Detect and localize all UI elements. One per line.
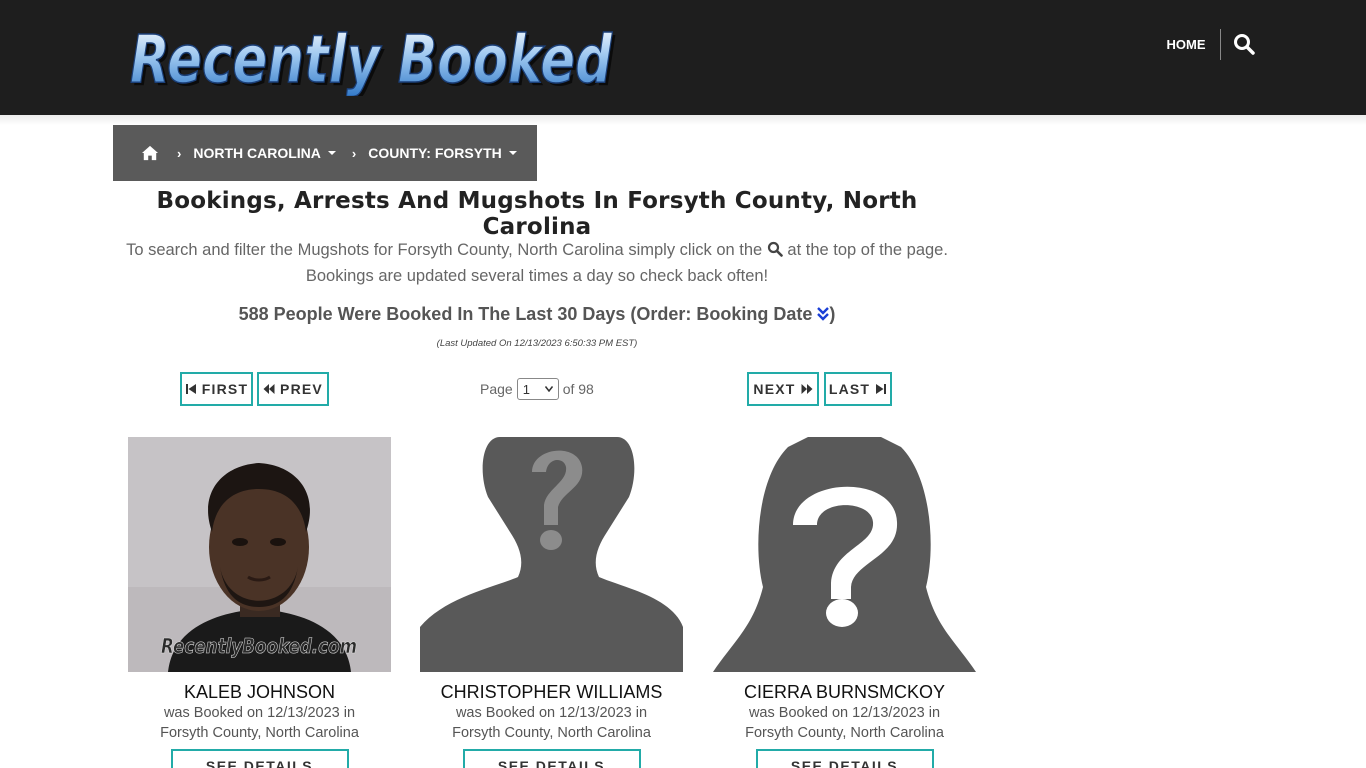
last-page-label: LAST [828, 381, 871, 397]
forward-icon [801, 384, 813, 394]
mugshot-photo[interactable]: RecentlyBooked.com [128, 437, 391, 672]
see-details-button[interactable]: SEE DETAILS [170, 749, 349, 768]
caret-down-icon [327, 151, 336, 155]
chevron-right-icon: › [351, 145, 357, 161]
breadcrumb-county-label: COUNTY: FORSYTH [368, 145, 502, 161]
breadcrumb-county-dropdown[interactable]: COUNTY: FORSYTH [368, 145, 517, 161]
chevron-down-icon [544, 386, 553, 392]
booking-location-text: Forsyth County, North Carolina [160, 725, 359, 741]
sort-descending-icon[interactable] [817, 306, 830, 322]
booking-card: RecentlyBooked.com KALEB JOHNSON was Boo… [128, 437, 391, 768]
prev-page-button[interactable]: PREV [257, 372, 329, 406]
nav-home-link[interactable]: HOME [1158, 30, 1214, 60]
step-forward-icon [876, 384, 887, 394]
prev-page-label: PREV [280, 381, 323, 397]
page-title: Bookings, Arrests And Mugshots In Forsyt… [156, 188, 918, 240]
booking-date-text: was Booked on 12/13/2023 in [748, 705, 941, 721]
booking-name[interactable]: KALEB JOHNSON [128, 682, 391, 703]
booking-date-text: was Booked on 12/13/2023 in [163, 705, 356, 721]
backward-icon [263, 384, 275, 394]
page-number-select[interactable]: 1 [516, 378, 559, 400]
watermark-text: RecentlyBooked.com [161, 634, 357, 658]
search-icon [767, 241, 783, 257]
see-details-button[interactable]: SEE DETAILS [462, 749, 641, 768]
first-page-label: FIRST [201, 381, 249, 397]
male-placeholder-photo[interactable] [420, 437, 683, 672]
next-page-label: NEXT [753, 381, 796, 397]
breadcrumb-state-label: NORTH CAROLINA [193, 145, 321, 161]
last-updated: (Last Updated On 12/13/2023 6:50:33 PM E… [436, 338, 638, 349]
step-backward-icon [185, 384, 196, 394]
booking-card: CIERRA BURNSMCKOY was Booked on 12/13/20… [713, 437, 976, 768]
see-details-button[interactable]: SEE DETAILS [755, 749, 934, 768]
intro-text-after: at the top of the page. [787, 241, 948, 259]
page-label: Page [480, 381, 513, 397]
current-page-value: 1 [522, 381, 530, 397]
site-logo[interactable]: Recently Booked Recently Booked [126, 14, 616, 96]
booking-location-text: Forsyth County, North Carolina [452, 725, 651, 741]
nav-divider [1220, 29, 1221, 60]
female-placeholder-photo[interactable] [713, 437, 976, 672]
first-page-button[interactable]: FIRST [180, 372, 253, 406]
next-page-button[interactable]: NEXT [747, 372, 819, 406]
chevron-right-icon: › [177, 145, 182, 161]
home-icon[interactable] [141, 144, 161, 162]
logo-graphic: Recently Booked Recently Booked [129, 20, 615, 96]
logo-text: Recently Booked [130, 21, 613, 96]
last-page-button[interactable]: LAST [824, 372, 892, 406]
breadcrumb-state-dropdown[interactable]: NORTH CAROLINA [193, 145, 336, 161]
booking-count-text: 588 People Were Booked In The Last 30 Da… [238, 304, 813, 324]
intro-text: To search and filter the Mugshots for Fo… [113, 237, 961, 289]
breadcrumb: › NORTH CAROLINA › COUNTY: FORSYTH [113, 125, 537, 181]
caret-down-icon [508, 151, 517, 155]
booking-location-text: Forsyth County, North Carolina [745, 725, 944, 741]
booking-count-close: ) [829, 304, 836, 324]
booking-date-text: was Booked on 12/13/2023 in [455, 705, 648, 721]
header-shadow [0, 115, 1366, 125]
total-pages-label: of 98 [562, 381, 594, 397]
booking-name[interactable]: CIERRA BURNSMCKOY [713, 682, 976, 703]
intro-text-before: To search and filter the Mugshots for Fo… [126, 241, 763, 259]
booking-name[interactable]: CHRISTOPHER WILLIAMS [420, 682, 683, 703]
intro-text-line2: Bookings are updated several times a day… [305, 267, 769, 285]
page-selector: Page 1 of 98 [480, 378, 594, 400]
booking-count: 588 People Were Booked In The Last 30 Da… [113, 304, 961, 325]
site-header: Recently Booked Recently Booked HOME [0, 0, 1366, 115]
booking-card: CHRISTOPHER WILLIAMS was Booked on 12/13… [420, 437, 683, 768]
search-icon[interactable] [1232, 31, 1258, 59]
